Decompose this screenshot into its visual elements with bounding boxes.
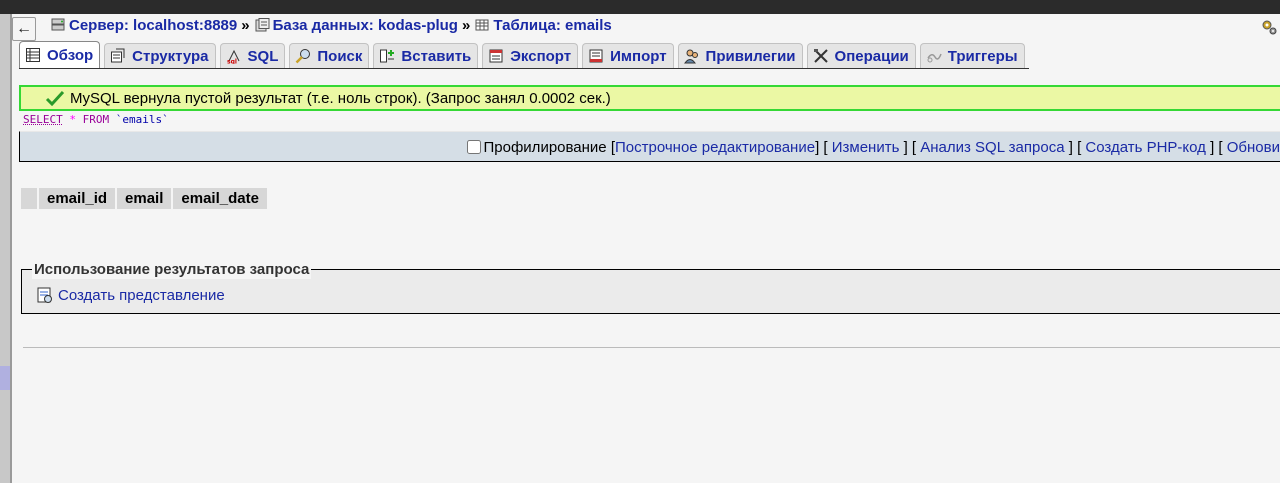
tab-label: Обзор	[47, 46, 94, 64]
fieldset-legend: Использование результатов запроса	[32, 261, 312, 279]
tab-privileges[interactable]: Привилегии	[677, 43, 803, 68]
table-icon	[475, 19, 489, 31]
edit-link[interactable]: Изменить	[832, 139, 900, 156]
tab-triggers[interactable]: Триггеры	[919, 43, 1025, 68]
tab-search[interactable]: Поиск	[289, 43, 370, 68]
sql-keyword-select[interactable]: SELECT	[23, 113, 63, 126]
tab-import[interactable]: Импорт	[582, 43, 674, 68]
tab-sql[interactable]: sql SQL	[219, 43, 286, 68]
browser-top-bar	[0, 0, 1280, 14]
tab-export[interactable]: Экспорт	[482, 43, 579, 68]
column-header-email-id[interactable]: email_id	[39, 188, 116, 209]
tab-label: Импорт	[610, 47, 667, 65]
breadcrumb-separator: »	[461, 16, 471, 34]
tab-label: Экспорт	[510, 47, 572, 65]
tab-label: Операции	[834, 47, 909, 65]
column-header-email-date[interactable]: email_date	[173, 188, 267, 209]
triggers-icon	[927, 53, 942, 63]
breadcrumb-database-label: База данных: kodas-plug	[272, 16, 458, 34]
tab-bar: Обзор Структура sql SQL Поиск Вставить Э…	[19, 41, 1029, 69]
sql-table-name: `emails`	[115, 113, 169, 126]
database-icon	[255, 18, 270, 32]
explain-sql-link[interactable]: Анализ SQL запроса	[920, 139, 1064, 156]
checkmark-icon	[45, 90, 65, 106]
breadcrumb-table-label: Таблица: emails	[493, 16, 612, 34]
sql-links: Профилирование [Построчное редактировани…	[466, 137, 1280, 157]
export-icon	[489, 49, 503, 63]
success-notice: MySQL вернула пустой результат (т.е. нол…	[19, 85, 1280, 111]
breadcrumb-database[interactable]: База данных: kodas-plug	[254, 17, 458, 34]
header-blank-cell	[21, 188, 37, 209]
bracket: ] [	[1064, 138, 1086, 156]
query-results-operations: Использование результатов запроса Создат…	[21, 261, 1280, 314]
breadcrumb-separator: »	[241, 16, 250, 34]
tab-insert[interactable]: Вставить	[373, 43, 479, 68]
operations-icon	[813, 49, 828, 63]
tab-label: Триггеры	[947, 47, 1018, 65]
gear-icon[interactable]	[1260, 18, 1278, 36]
privileges-icon	[683, 49, 698, 64]
tab-browse[interactable]: Обзор	[19, 41, 101, 68]
create-view-icon	[37, 287, 52, 303]
insert-icon	[380, 49, 395, 63]
column-header-email[interactable]: email	[117, 188, 172, 209]
profiling-checkbox[interactable]	[466, 140, 481, 154]
sql-icon: sql	[227, 49, 239, 65]
breadcrumb-table[interactable]: Таблица: emails	[474, 16, 612, 34]
bracket: ] [	[1205, 138, 1227, 156]
tab-label: Поиск	[317, 47, 363, 65]
breadcrumb-server[interactable]: Сервер: localhost:8889	[50, 17, 237, 34]
back-button[interactable]: ←	[12, 17, 36, 41]
notice-text: MySQL вернула пустой результат (т.е. нол…	[70, 89, 611, 107]
tab-label: Структура	[132, 47, 209, 65]
refresh-link[interactable]: Обнови	[1227, 139, 1280, 156]
tab-label: Вставить	[401, 47, 472, 65]
breadcrumb-server-label: Сервер: localhost:8889	[69, 16, 238, 34]
search-icon	[295, 49, 311, 64]
tab-label: SQL	[247, 47, 279, 65]
results-table-header: email_id email email_date	[21, 188, 269, 209]
import-icon	[589, 49, 603, 63]
bracket: ] [	[815, 138, 832, 156]
left-navigation-strip	[0, 14, 12, 483]
breadcrumb: Сервер: localhost:8889 » База данных: ko…	[50, 14, 612, 36]
server-icon	[51, 18, 65, 31]
profiling-label: Профилирование	[483, 138, 607, 156]
browse-icon	[26, 48, 40, 62]
left-strip-marker	[0, 366, 10, 390]
tab-label: Привилегии	[705, 47, 796, 65]
sql-query: SELECT * FROM `emails`	[23, 113, 169, 129]
create-view-label: Создать представление	[58, 286, 225, 304]
sql-star: *	[69, 113, 76, 126]
structure-icon	[111, 48, 125, 63]
bracket: ] [	[899, 138, 921, 156]
tab-operations[interactable]: Операции	[806, 43, 916, 68]
inline-edit-link[interactable]: Построчное редактирование	[615, 139, 815, 156]
sql-keyword-from: FROM	[82, 113, 110, 126]
svg-text:sql: sql	[227, 59, 237, 65]
create-php-link[interactable]: Создать PHP-код	[1085, 139, 1206, 156]
sql-options-bar: Профилирование [Построчное редактировани…	[19, 131, 1280, 162]
tab-structure[interactable]: Структура	[104, 43, 216, 68]
divider	[23, 347, 1280, 348]
bracket: [	[606, 138, 615, 156]
create-view-link[interactable]: Создать представление	[36, 286, 225, 304]
